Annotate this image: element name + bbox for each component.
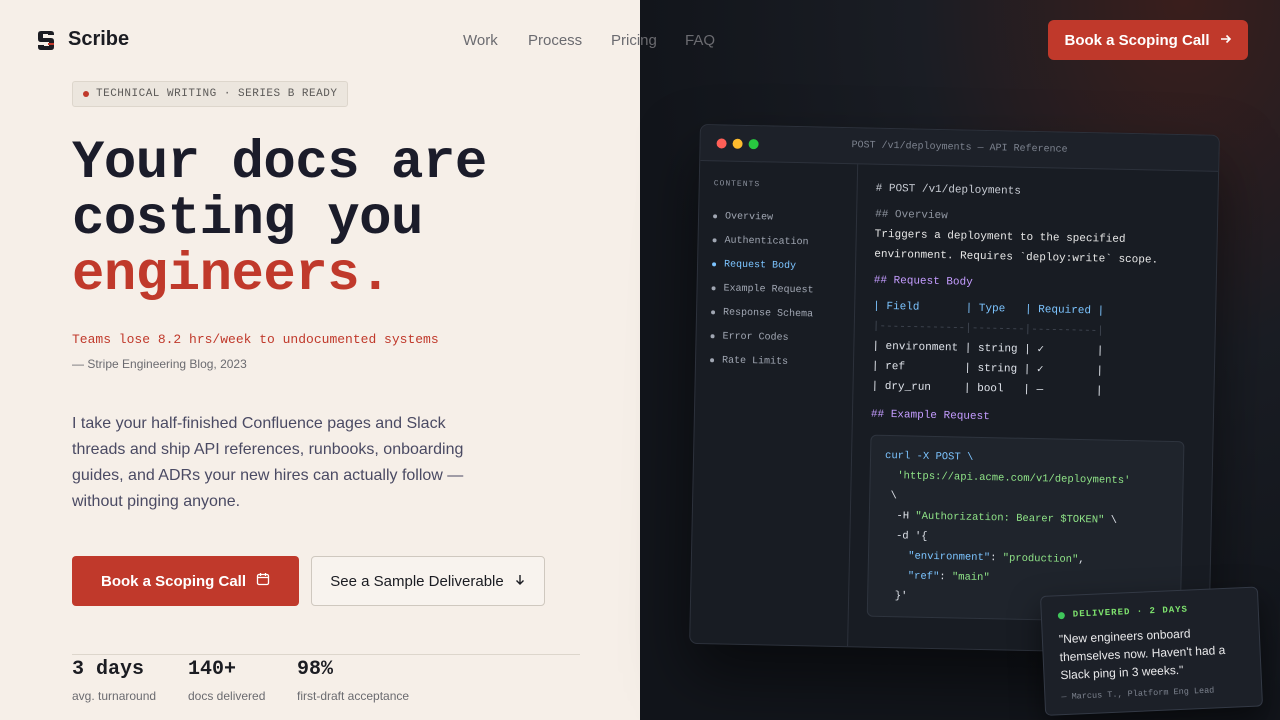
stat-label: docs delivered: [188, 689, 266, 703]
nav-link-process[interactable]: Process: [528, 32, 582, 49]
bullet-icon: [711, 310, 716, 315]
bullet-icon: [710, 358, 715, 363]
headline-line-1: Your docs are: [72, 133, 487, 194]
logo-icon: [36, 29, 56, 51]
toc-item-response-schema[interactable]: Response Schema: [711, 300, 840, 327]
stat-value: 3 days: [72, 658, 145, 681]
status-dot-icon: [83, 91, 89, 97]
toc-item-overview[interactable]: Overview: [713, 204, 842, 231]
primary-cta-label: Book a Scoping Call: [100, 572, 247, 590]
secondary-cta-button[interactable]: See a Sample Deliverable: [311, 556, 545, 606]
nav-cta-button[interactable]: Book a Scoping Call: [1048, 20, 1248, 60]
bullet-icon: [712, 238, 717, 243]
stat-label: avg. turnaround: [72, 689, 157, 703]
nav-link-faq[interactable]: FAQ: [685, 32, 715, 49]
stat-acceptance: 98% first-draft acceptance: [297, 658, 409, 703]
testimonial-author: — Marcus T., Platform Eng Lead: [1061, 685, 1215, 703]
status-dot-icon: [1057, 611, 1066, 619]
toc-item-label: Error Codes: [722, 331, 789, 344]
toc-item-label: Example Request: [723, 283, 814, 296]
doc-h2-example: ## Example Request: [870, 408, 990, 424]
delivery-status: DELIVERED · 2 DAYS: [1057, 602, 1242, 620]
hero-stat-source: — Stripe Engineering Blog, 2023: [72, 357, 247, 371]
window-title: POST /v1/deployments — API Reference: [851, 140, 1068, 156]
doc-h1: # POST /v1/deployments: [875, 182, 1022, 198]
stat-value: 140+: [188, 658, 237, 681]
toc-item-label: Response Schema: [722, 307, 814, 320]
toc-item-label: Authentication: [724, 235, 809, 248]
stats-divider: [72, 654, 580, 655]
brand-logo[interactable]: Scribe: [36, 28, 129, 51]
stat-turnaround: 3 days avg. turnaround: [72, 658, 156, 703]
hero-badge: TECHNICAL WRITING · SERIES B READY: [72, 81, 349, 107]
nav-link-pricing[interactable]: Pricing: [611, 32, 657, 49]
headline-line-2: costing you: [72, 189, 423, 250]
primary-cta-button[interactable]: Book a Scoping Call: [72, 556, 299, 606]
toc-item-label: Rate Limits: [721, 355, 789, 368]
toc-item-label: Overview: [724, 211, 774, 224]
toc-item-error-codes[interactable]: Error Codes: [710, 324, 839, 351]
doc-h2-request-body: ## Request Body: [873, 274, 973, 289]
hero-stat-quote: Teams lose 8.2 hrs/week to undocumented …: [72, 332, 439, 347]
secondary-cta-label: See a Sample Deliverable: [330, 572, 504, 590]
headline-accent: engineers.: [72, 245, 392, 306]
toc-sidebar: CONTENTS Overview Authentication Request…: [690, 161, 859, 647]
doc-content: # POST /v1/deployments ## Overview Trigg…: [848, 164, 1218, 653]
hero-body: I take your half-finished Confluence pag…: [72, 415, 464, 510]
bullet-icon: [711, 286, 716, 291]
delivery-status-label: DELIVERED · 2 DAYS: [1072, 604, 1189, 620]
nav-link-work[interactable]: Work: [463, 32, 498, 49]
brand-name: Scribe: [68, 28, 130, 50]
stat-docs: 140+ docs delivered: [188, 658, 265, 703]
toc-item-authentication[interactable]: Authentication: [712, 228, 841, 255]
toc-item-rate-limits[interactable]: Rate Limits: [710, 348, 839, 375]
bullet-icon: [710, 334, 715, 339]
hero-headline: Your docs are costing you engineers.: [72, 136, 487, 304]
testimonial-quote: "New engineers onboard themselves now. H…: [1058, 626, 1226, 683]
toc-heading: CONTENTS: [713, 179, 761, 190]
api-doc-window: POST /v1/deployments — API Reference CON…: [689, 124, 1220, 655]
testimonial-card: DELIVERED · 2 DAYS "New engineers onboar…: [1040, 586, 1264, 716]
toc-item-example-request[interactable]: Example Request: [711, 276, 840, 303]
toc-item-label: Request Body: [723, 259, 797, 272]
stat-value: 98%: [297, 658, 334, 681]
arrow-down-icon: [514, 573, 526, 590]
nav-cta-label: Book a Scoping Call: [1064, 31, 1210, 49]
toc-item-request-body[interactable]: Request Body: [712, 252, 841, 279]
calendar-icon: [256, 572, 270, 590]
bullet-icon: [712, 262, 717, 267]
hero-badge-text: TECHNICAL WRITING · SERIES B READY: [96, 88, 338, 100]
stat-label: first-draft acceptance: [297, 689, 410, 703]
bullet-icon: [713, 214, 718, 219]
arrow-right-icon: [1220, 32, 1232, 49]
